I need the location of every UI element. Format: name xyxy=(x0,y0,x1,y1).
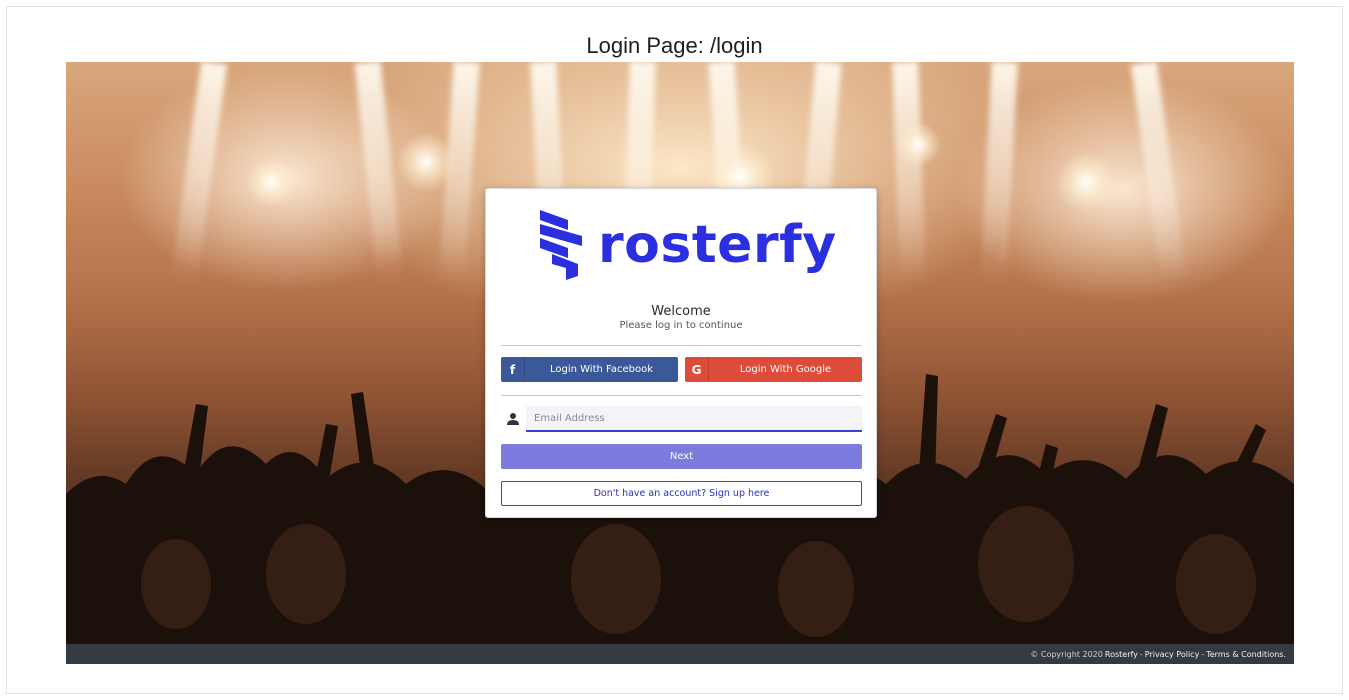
welcome-subtitle: Please log in to continue xyxy=(619,320,743,331)
rosterfy-logo: rosterfy xyxy=(538,209,837,281)
email-input[interactable] xyxy=(526,406,862,432)
footer-separator: - xyxy=(1139,649,1143,659)
privacy-policy-link[interactable]: Privacy Policy xyxy=(1145,650,1200,659)
footer-separator: - xyxy=(1201,649,1205,659)
facebook-button-label: Login With Facebook xyxy=(549,364,654,375)
rosterfy-logo-mark-icon xyxy=(540,210,582,280)
divider xyxy=(501,395,862,396)
welcome-heading: Welcome xyxy=(651,304,711,319)
login-with-google-button[interactable]: G Login With Google xyxy=(685,357,862,382)
email-row xyxy=(501,406,862,432)
facebook-icon: f xyxy=(501,357,525,382)
background-concert-image: rosterfy Welcome Please log in to contin… xyxy=(66,62,1294,644)
login-with-facebook-button[interactable]: f Login With Facebook xyxy=(501,357,678,382)
google-icon: G xyxy=(685,357,709,382)
divider xyxy=(501,345,862,346)
signup-link-button[interactable]: Don't have an account? Sign up here xyxy=(501,481,862,506)
brand-name: rosterfy xyxy=(598,215,837,275)
terms-conditions-link[interactable]: Terms & Conditions. xyxy=(1206,650,1286,659)
page-caption: Login Page: /login xyxy=(586,33,763,58)
next-button[interactable]: Next xyxy=(501,444,862,469)
rosterfy-link[interactable]: Rosterfy xyxy=(1105,650,1138,659)
copyright-text: © Copyright 2020 xyxy=(1030,649,1103,659)
user-icon xyxy=(507,413,519,425)
google-button-label: Login With Google xyxy=(739,364,832,375)
login-card: rosterfy Welcome Please log in to contin… xyxy=(485,188,877,518)
footer-bar: © Copyright 2020 Rosterfy - Privacy Poli… xyxy=(66,644,1294,664)
